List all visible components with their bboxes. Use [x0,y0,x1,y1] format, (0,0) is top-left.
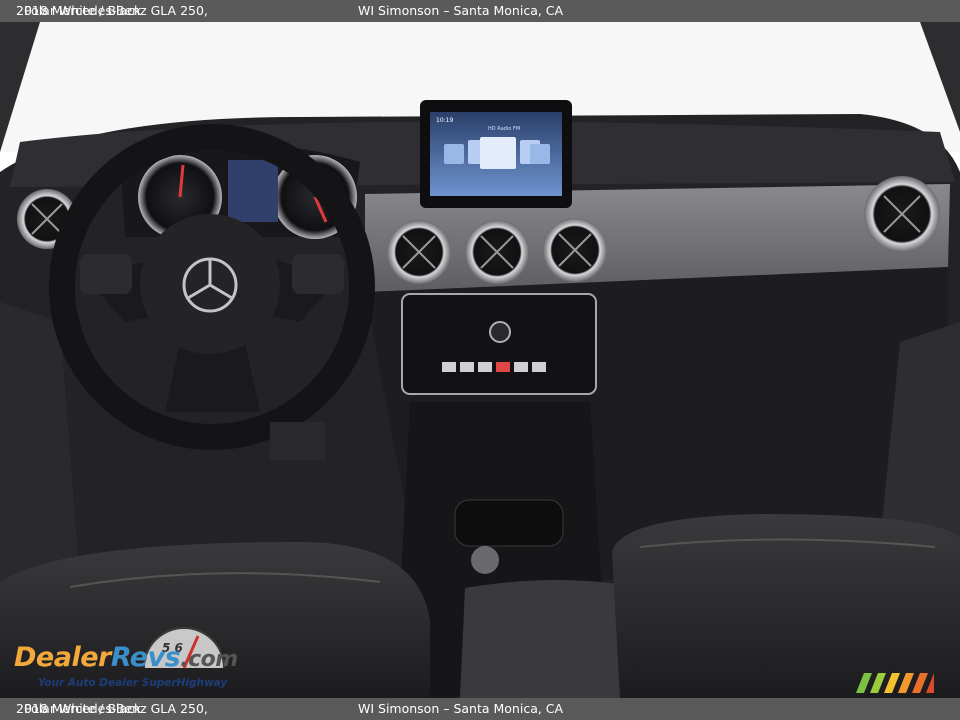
passenger-seat [612,514,960,698]
cluster-display [228,160,278,222]
caption-dealer-bottom: WI Simonson – Santa Monica, CA [358,701,564,716]
watermark-stripes-icon [856,673,934,693]
caption-title-bottom: 2018 Mercedes-Benz GLA 250, Polar White … [16,698,208,720]
screen-time: 10:19 [436,117,453,124]
caption-bar-top: 2018 Mercedes-Benz GLA 250, Polar White … [0,0,960,22]
controller-knob [471,546,499,574]
screen-tile-main [480,137,516,169]
caption-dealer: WI Simonson – Santa Monica, CA [358,3,564,18]
cup-holder [454,499,564,547]
dealerrevs-watermark: 5 6 DealerRevs.com Your Auto Dealer Supe… [12,627,272,696]
radio-control-panel [401,293,597,395]
left-wheel-controls [80,254,132,294]
screen-tile-4 [530,144,550,164]
screen-tile-1 [444,144,464,164]
interior-photo: 10:19 HD Radio FM [0,22,960,698]
screen-station: HD Radio FM [488,126,520,132]
interior-illustration: 10:19 HD Radio FM [0,22,960,698]
caption-bar-bottom: 2018 Mercedes-Benz GLA 250, Polar White … [0,698,960,720]
pedal [270,422,325,460]
caption-color: Polar White / Black [23,3,142,18]
caption-title: 2018 Mercedes-Benz GLA 250, Polar White … [16,0,208,22]
volume-knob [489,321,511,343]
right-wheel-controls [292,254,344,294]
caption-color-bottom: Polar White / Black [23,701,142,716]
watermark-tagline: Your Auto Dealer SuperHighway [38,677,228,689]
watermark-brand: DealerRevs.com [14,642,238,673]
